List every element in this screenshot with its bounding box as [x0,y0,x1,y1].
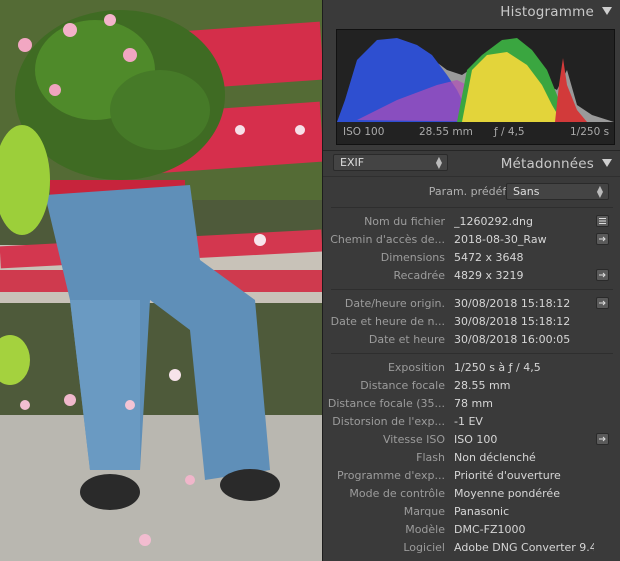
preset-row: Param. prédéf. Sans ▲ ▼ [323,183,620,201]
meta-row: Chemin d'accès de... 2018-08-30_Raw [323,231,620,249]
meta-row: Date et heure de n... 30/08/2018 15:18:1… [323,313,620,331]
panel-divider [323,150,620,151]
panel-divider [323,176,620,177]
meta-value: 78 mm [454,397,493,410]
go-arrow-icon[interactable] [596,433,609,445]
meta-key: Logiciel [403,541,445,554]
collapse-triangle-icon[interactable] [602,7,612,15]
meta-value: 30/08/2018 15:18:12 [454,297,571,310]
meta-row: Exposition 1/250 s à ƒ / 4,5 [323,359,620,377]
meta-row: Recadrée 4829 x 3219 [323,267,620,285]
meta-key: Marque [403,505,445,518]
histogram-graph [337,38,614,122]
meta-row: Distorsion de l'exp... -1 EV [323,413,620,431]
photo-preview [0,0,322,561]
meta-row: Programme d'exp... Priorité d'ouverture [323,467,620,485]
meta-key: Date/heure origin. [344,297,445,310]
meta-value: 4829 x 3219 [454,269,524,282]
meta-row: Dimensions 5472 x 3648 [323,249,620,267]
meta-value: 1/250 s à ƒ / 4,5 [454,361,541,374]
meta-value: Panasonic [454,505,510,518]
meta-value: 30/08/2018 15:18:12 [454,315,571,328]
meta-value[interactable]: _1260292.dng [454,215,594,228]
meta-value: Non déclenché [454,451,536,464]
meta-key: Recadrée [393,269,445,282]
right-panel: Histogramme ISO 100 28.55 mm ƒ / 4,5 1/2… [322,0,620,561]
meta-row: Nom du fichier _1260292.dng [323,213,620,231]
histogram-shutter: 1/250 s [570,126,610,138]
meta-value: -1 EV [454,415,483,428]
histogram-focal: 28.55 mm [419,126,473,138]
meta-key: Date et heure de n... [330,315,445,328]
histogram-title: Histogramme [500,4,594,20]
go-arrow-icon[interactable] [596,233,609,245]
histogram-iso: ISO 100 [343,126,385,138]
collapse-triangle-icon[interactable] [602,159,612,167]
meta-key: Distance focale [360,379,445,392]
histogram-aperture: ƒ / 4,5 [494,126,525,138]
meta-row: Logiciel Adobe DNG Converter 9.4 (... [323,539,620,557]
meta-row: Marque Panasonic [323,503,620,521]
meta-key: Distorsion de l'exp... [332,415,445,428]
select-arrows-icon: ▲ ▼ [435,155,442,170]
meta-row: Date/heure origin. 30/08/2018 15:18:12 [323,295,620,313]
histogram-header[interactable]: Histogramme [323,0,620,22]
meta-row: Modèle DMC-FZ1000 [323,521,620,539]
meta-value: Moyenne pondérée [454,487,560,500]
meta-key: Programme d'exp... [337,469,445,482]
section-divider [331,353,613,354]
meta-row: Mode de contrôle Moyenne pondérée [323,485,620,503]
meta-key: Date et heure [368,333,445,346]
meta-row: Flash Non déclenché [323,449,620,467]
histogram-info-bar: ISO 100 28.55 mm ƒ / 4,5 1/250 s [337,125,614,141]
preset-label: Param. prédéf. [428,185,509,198]
meta-key: Modèle [405,523,445,536]
meta-value: 28.55 mm [454,379,511,392]
go-arrow-icon[interactable] [596,297,609,309]
meta-key: Exposition [387,361,445,374]
meta-value: 5472 x 3648 [454,251,524,264]
meta-key: Distance focale (35... [327,397,445,410]
metadata-mode-value: EXIF [340,156,365,169]
go-arrow-icon[interactable] [596,269,609,281]
meta-key: Flash [416,451,445,464]
meta-value: ISO 100 [454,433,498,446]
meta-value: Adobe DNG Converter 9.4 (... [454,541,594,554]
meta-value: 30/08/2018 16:00:05 [454,333,571,346]
preset-value: Sans [513,185,540,198]
section-divider [331,289,613,290]
meta-key: Vitesse ISO [382,433,445,446]
metadata-title: Métadonnées [500,156,594,172]
photo-image [0,0,322,561]
section-divider [331,207,613,208]
meta-key: Dimensions [380,251,445,264]
preset-select[interactable]: Sans ▲ ▼ [506,183,609,200]
list-icon[interactable] [596,215,609,227]
meta-value: Priorité d'ouverture [454,469,561,482]
metadata-header[interactable]: EXIF ▲ ▼ Métadonnées [323,152,620,174]
histogram-display: ISO 100 28.55 mm ƒ / 4,5 1/250 s [336,29,615,145]
meta-row: Date et heure 30/08/2018 16:00:05 [323,331,620,349]
meta-row: Vitesse ISO ISO 100 [323,431,620,449]
meta-row: Distance focale 28.55 mm [323,377,620,395]
meta-value: 2018-08-30_Raw [454,233,547,246]
meta-value: DMC-FZ1000 [454,523,526,536]
metadata-mode-select[interactable]: EXIF ▲ ▼ [333,154,448,171]
meta-key: Chemin d'accès de... [330,233,445,246]
meta-row: Distance focale (35... 78 mm [323,395,620,413]
meta-key: Mode de contrôle [349,487,445,500]
meta-key: Nom du fichier [364,215,445,228]
select-arrows-icon: ▲ ▼ [596,184,603,199]
